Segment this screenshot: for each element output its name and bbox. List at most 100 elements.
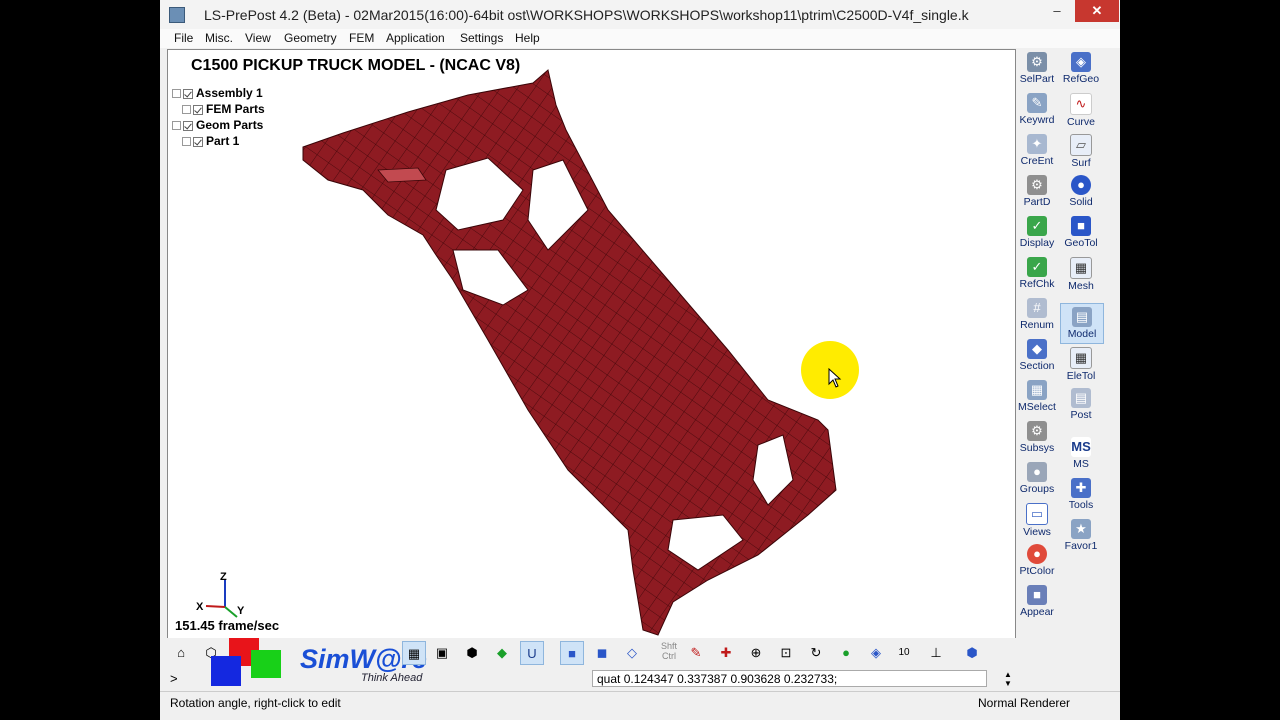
sidebar-btn-keywrd[interactable]: ✎ Keywrd (1016, 90, 1058, 129)
toolbar-zoom-icon[interactable]: ⊕ (744, 641, 768, 665)
sidebar-btn-refgeo[interactable]: ◈ RefGeo (1060, 49, 1102, 88)
sidebar-btn-appear[interactable]: ■ Appear (1016, 582, 1058, 621)
menu-misc[interactable]: Misc. (205, 31, 233, 45)
ref-check-icon: ✓ (1027, 257, 1047, 277)
tree-label: Part 1 (206, 134, 240, 148)
checkbox-icon[interactable] (183, 88, 193, 99)
menu-application[interactable]: Application (386, 31, 445, 45)
toolbar-pencil-icon[interactable]: ✎ (684, 641, 708, 665)
tree-label: Assembly 1 (196, 86, 263, 100)
toolbar-view-cube-icon[interactable]: ◈ (864, 641, 888, 665)
tree-node-fem-parts[interactable]: FEM Parts (182, 102, 265, 116)
sidebar-btn-model[interactable]: ▤ Model (1060, 303, 1104, 344)
sidebar-btn-surf[interactable]: ▱ Surf (1060, 131, 1102, 170)
sidebar-btn-creent[interactable]: ✦ CreEnt (1016, 131, 1058, 170)
toolbar-fringe-icon[interactable]: ◆ (490, 641, 514, 665)
toolbar-zoom-fit-icon[interactable]: ⊡ (774, 641, 798, 665)
toolbar-axes-icon[interactable]: ⊥ (924, 641, 948, 665)
app-window: LS-PrePost 4.2 (Beta) - 02Mar2015(16:00)… (160, 0, 1120, 720)
toolbar-counter[interactable]: 10 (892, 641, 916, 665)
sidebar-btn-tools[interactable]: ✚ Tools (1060, 475, 1102, 514)
mouse-cursor-icon (828, 368, 842, 388)
toolbar-mesh-icon[interactable]: ▦ (402, 641, 426, 665)
sidebar-btn-refchk[interactable]: ✓ RefChk (1016, 254, 1058, 293)
menu-view[interactable]: View (245, 31, 271, 45)
bottom-toolbar: ⌂ ⬡ SimW@re Think Ahead ▦ ▣ ⬢ ◆ U ■ ◼ ◇ … (167, 638, 1017, 686)
frame-rate: 151.45 frame/sec (175, 618, 280, 633)
checkbox-icon[interactable] (183, 120, 193, 131)
toolbar-home-icon[interactable]: ⌂ (169, 641, 193, 665)
sidebar-btn-ptcolor[interactable]: ● PtColor (1016, 541, 1058, 580)
selpart-icon: ⚙ (1027, 52, 1047, 72)
close-button[interactable]: ✕ (1075, 0, 1119, 22)
menu-geometry[interactable]: Geometry (284, 31, 337, 45)
checkbox-icon[interactable] (193, 136, 203, 147)
sidebar-btn-display[interactable]: ✓ Display (1016, 213, 1058, 252)
sidebar-btn-subsys[interactable]: ⚙ Subsys (1016, 418, 1058, 457)
tree-node-geom-parts[interactable]: Geom Parts (172, 118, 263, 132)
toolbar-iso-cube-icon[interactable]: ⬢ (960, 641, 984, 665)
expander-icon[interactable] (182, 105, 191, 115)
sidebar-btn-mesh[interactable]: ▦ Mesh (1060, 254, 1102, 293)
menu-bar: File Misc. View Geometry FEM Application… (160, 29, 1120, 48)
toolbar-globe-icon[interactable]: ● (834, 641, 858, 665)
toolbar-rotate-icon[interactable]: ↻ (804, 641, 828, 665)
title-bar: LS-PrePost 4.2 (Beta) - 02Mar2015(16:00)… (160, 0, 1120, 30)
menu-file[interactable]: File (174, 31, 193, 45)
menu-help[interactable]: Help (515, 31, 540, 45)
toolbar-solid-cube-icon[interactable]: ◼ (590, 641, 614, 665)
toolbar-solid-view-icon[interactable]: ■ (560, 641, 584, 665)
command-input[interactable] (592, 670, 987, 687)
display-check-icon: ✓ (1027, 216, 1047, 236)
truck-part-mesh[interactable] (168, 50, 1015, 639)
appearance-icon: ■ (1027, 585, 1047, 605)
sidebar-btn-section[interactable]: ◆ Section (1016, 336, 1058, 375)
minimize-button[interactable]: – (1042, 0, 1072, 22)
renderer-label: Normal Renderer (978, 696, 1071, 710)
tree-node-part-1[interactable]: Part 1 (182, 134, 239, 148)
sidebar-btn-renum[interactable]: # Renum (1016, 295, 1058, 334)
toolbar-wire-cube-icon[interactable]: ◇ (620, 641, 644, 665)
multi-select-icon: ▦ (1027, 380, 1047, 400)
expander-icon[interactable] (172, 89, 181, 99)
spin-arrows-icon[interactable]: ▲ ▼ (1002, 670, 1014, 688)
part-data-icon: ⚙ (1027, 175, 1047, 195)
app-icon[interactable] (169, 7, 185, 23)
command-line: > ▲▼ (167, 669, 1017, 690)
sidebar-btn-curve[interactable]: ∿ Curve (1060, 90, 1102, 129)
graphics-viewport[interactable]: C1500 PICKUP TRUCK MODEL - (NCAC V8) Ass… (167, 49, 1016, 640)
sidebar-btn-solid[interactable]: ● Solid (1060, 172, 1102, 211)
toolbar-u-button[interactable]: U (520, 641, 544, 665)
sidebar-btn-favor1[interactable]: ★ Favor1 (1060, 516, 1102, 555)
model-icon: ▤ (1072, 307, 1092, 327)
window-title: LS-PrePost 4.2 (Beta) - 02Mar2015(16:00)… (204, 7, 969, 23)
sidebar-btn-views[interactable]: ▭ Views (1016, 500, 1058, 539)
menu-settings[interactable]: Settings (460, 31, 503, 45)
command-prompt: > (170, 671, 178, 686)
sidebar-btn-ms[interactable]: MS MS (1060, 434, 1102, 473)
sidebar-btn-geotol[interactable]: ■ GeoTol (1060, 213, 1102, 252)
ms-icon: MS (1071, 437, 1091, 457)
renumber-icon: # (1027, 298, 1047, 318)
toolbar-shft-ctrl[interactable]: Shft Ctrl (654, 641, 684, 665)
checkbox-icon[interactable] (193, 104, 203, 115)
menu-fem[interactable]: FEM (349, 31, 374, 45)
surface-icon: ▱ (1070, 134, 1092, 156)
groups-icon: ● (1027, 462, 1047, 482)
sidebar-btn-groups[interactable]: ● Groups (1016, 459, 1058, 498)
sidebar-btn-selpart[interactable]: ⚙ SelPart (1016, 49, 1058, 88)
tree-node-assembly[interactable]: Assembly 1 (172, 86, 263, 100)
sidebar-btn-eletol[interactable]: ▦ EleTol (1060, 344, 1102, 383)
status-bar: Rotation angle, right-click to edit Norm… (160, 691, 1120, 716)
section-icon: ◆ (1027, 339, 1047, 359)
expander-icon[interactable] (172, 121, 181, 131)
toolbar-cross-icon[interactable]: ✚ (714, 641, 738, 665)
sidebar-btn-mselect[interactable]: ▦ MSelect (1016, 377, 1058, 416)
toolbar-shade-icon[interactable]: ▣ (430, 641, 454, 665)
sidebar-btn-post[interactable]: ▤ Post (1060, 385, 1102, 424)
axis-y-label: Y (237, 605, 245, 617)
sidebar-btn-partd[interactable]: ⚙ PartD (1016, 172, 1058, 211)
toolbar-cube-icon[interactable]: ⬢ (460, 641, 484, 665)
tree-label: Geom Parts (196, 118, 264, 132)
expander-icon[interactable] (182, 137, 191, 147)
